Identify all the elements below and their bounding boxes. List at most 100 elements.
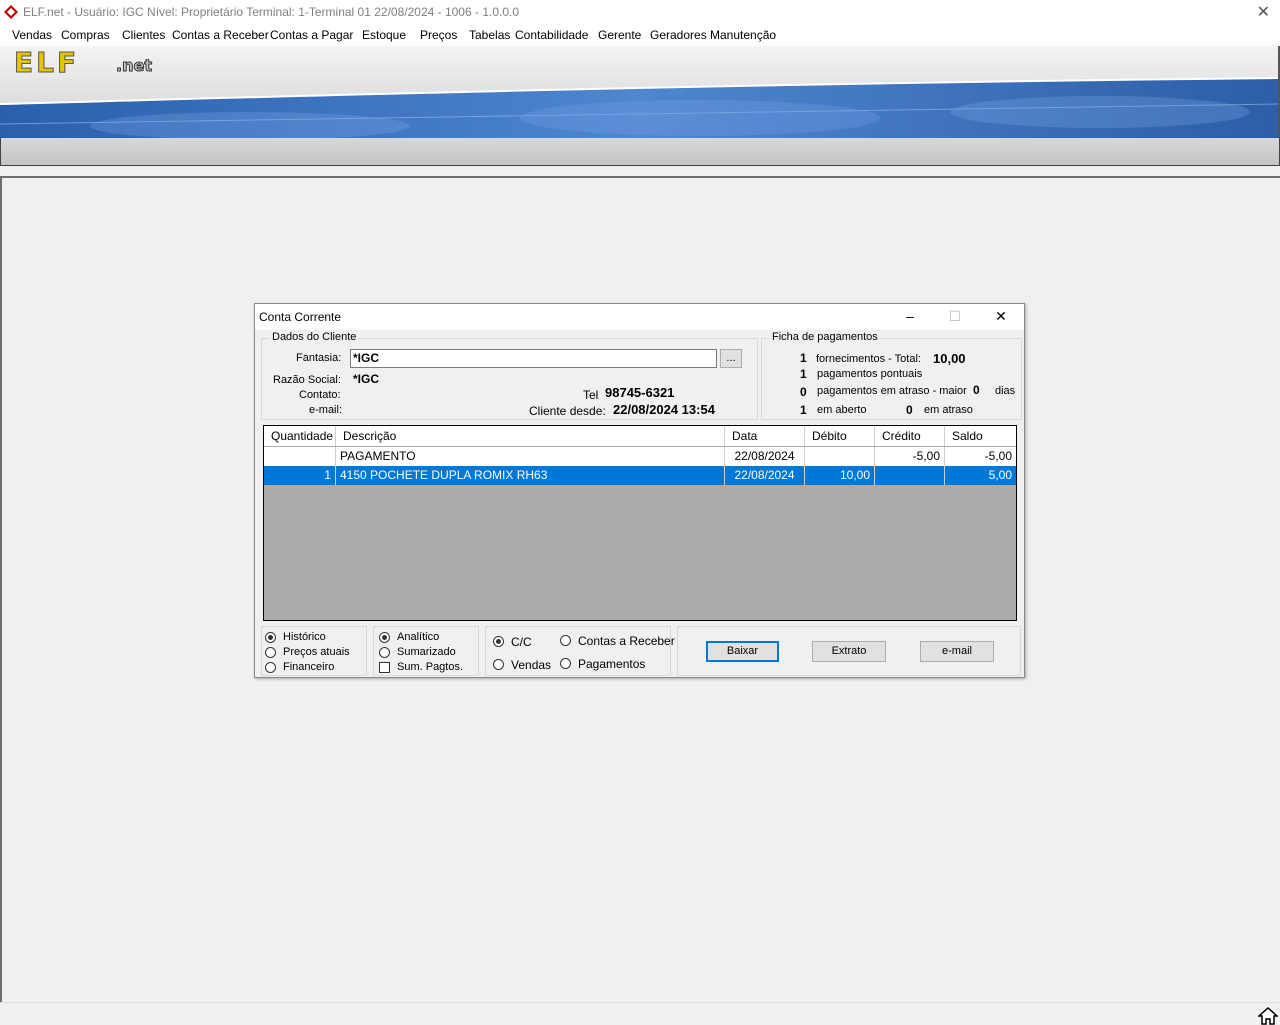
cell-quantidade: 1	[264, 466, 336, 485]
analitico-label[interactable]: Analítico	[397, 631, 439, 643]
table-header: Quantidade Descrição Data Débito Crédito…	[264, 426, 1016, 447]
atraso-count: 0	[800, 385, 807, 399]
cc-label[interactable]: C/C	[511, 635, 532, 649]
analitico-radio[interactable]	[379, 632, 390, 643]
menu-precos[interactable]: Preços	[420, 28, 457, 42]
main-menubar: Vendas Compras Clientes Contas a Receber…	[0, 24, 1280, 46]
cell-credito: -5,00	[875, 447, 945, 466]
menu-contas-a-receber[interactable]: Contas a Receber	[172, 28, 269, 42]
ficha-pagamentos-group: Ficha de pagamentos 1 fornecimentos - To…	[761, 331, 1022, 420]
baixar-button[interactable]: Baixar	[706, 641, 779, 662]
dias-label: dias	[995, 385, 1016, 397]
cell-data: 22/08/2024	[725, 466, 805, 485]
email-button[interactable]: e-mail	[920, 641, 994, 662]
detail-options-group: Analítico Sumarizado Sum. Pagtos.	[373, 626, 479, 676]
cell-descricao: PAGAMENTO	[336, 447, 725, 466]
aberto-count: 1	[800, 403, 807, 417]
header-data[interactable]: Data	[725, 426, 805, 446]
sumarizado-radio[interactable]	[379, 647, 390, 658]
cc-radio[interactable]	[493, 636, 504, 647]
maior-atraso-value: 0	[973, 383, 980, 397]
fornecimentos-count: 1	[800, 351, 807, 365]
header-debito[interactable]: Débito	[805, 426, 875, 446]
em-atraso-count: 0	[906, 403, 913, 417]
cell-credito	[875, 466, 945, 485]
conta-corrente-table[interactable]: Quantidade Descrição Data Débito Crédito…	[263, 425, 1017, 621]
view-options-group: Histórico Preços atuais Financeiro	[261, 626, 367, 676]
actions-group: Baixar Extrato e-mail	[677, 626, 1021, 676]
cell-quantidade	[264, 447, 336, 466]
close-icon[interactable]: ✕	[1257, 2, 1270, 22]
elf-logo-sub: .net	[116, 56, 153, 76]
vendas-radio[interactable]	[493, 659, 504, 670]
minimize-icon[interactable]: –	[900, 308, 920, 326]
historico-label[interactable]: Histórico	[283, 631, 326, 643]
menu-geradores[interactable]: Geradores	[650, 28, 707, 42]
email-label: e-mail:	[309, 404, 343, 416]
contato-label: Contato:	[299, 389, 341, 401]
pontuais-count: 1	[800, 367, 807, 381]
tel-label: Tel	[583, 388, 599, 402]
aberto-label: em aberto	[817, 404, 867, 416]
dialog-title: Conta Corrente	[259, 310, 342, 324]
menu-vendas[interactable]: Vendas	[12, 28, 52, 42]
table-row-selected[interactable]: 1 4150 POCHETE DUPLA ROMIX RH63 22/08/20…	[264, 466, 1016, 485]
contas-receber-label[interactable]: Contas a Receber	[578, 634, 675, 648]
header-saldo[interactable]: Saldo	[945, 426, 1016, 446]
razao-social-label: Razão Social:	[273, 374, 341, 386]
financeiro-radio[interactable]	[265, 662, 276, 673]
dialog-titlebar: Conta Corrente – ☐ ✕	[255, 304, 1024, 330]
status-bar	[0, 1002, 1280, 1025]
fantasia-input[interactable]: *IGC	[350, 349, 717, 368]
vendas-label[interactable]: Vendas	[511, 658, 551, 672]
table-row[interactable]: PAGAMENTO 22/08/2024 -5,00 -5,00	[264, 447, 1016, 466]
header-descricao[interactable]: Descrição	[336, 426, 725, 446]
contas-receber-radio[interactable]	[560, 635, 571, 646]
financeiro-label[interactable]: Financeiro	[283, 661, 334, 673]
conta-corrente-dialog: Conta Corrente – ☐ ✕ Dados do Cliente Fa…	[254, 303, 1025, 678]
em-atraso-label: em atraso	[924, 404, 973, 416]
fantasia-lookup-button[interactable]: ...	[720, 349, 742, 368]
maximize-icon: ☐	[948, 308, 962, 324]
banner-graphic	[0, 46, 1278, 138]
menu-manutencao[interactable]: Manutenção	[710, 28, 776, 42]
source-options-group: C/C Contas a Receber Vendas Pagamentos	[485, 626, 675, 676]
precos-atuais-radio[interactable]	[265, 647, 276, 658]
cliente-desde-value: 22/08/2024 13:54	[613, 402, 715, 417]
fantasia-label: Fantasia:	[296, 352, 342, 364]
menu-contabilidade[interactable]: Contabilidade	[515, 28, 588, 42]
header-credito[interactable]: Crédito	[875, 426, 945, 446]
home-icon[interactable]	[1258, 1007, 1278, 1025]
sum-pagtos-label[interactable]: Sum. Pagtos.	[397, 661, 463, 673]
cell-debito: 10,00	[805, 466, 875, 485]
sum-pagtos-checkbox[interactable]	[379, 662, 390, 673]
pagamentos-label[interactable]: Pagamentos	[578, 657, 645, 671]
fornecimentos-label: fornecimentos - Total:	[816, 353, 921, 365]
cell-saldo: -5,00	[984, 449, 1012, 463]
menu-tabelas[interactable]: Tabelas	[469, 28, 510, 42]
menu-clientes[interactable]: Clientes	[122, 28, 165, 42]
precos-atuais-label[interactable]: Preços atuais	[283, 646, 350, 658]
atraso-label: pagamentos em atraso - maior	[817, 385, 967, 397]
menu-contas-a-pagar[interactable]: Contas a Pagar	[270, 28, 353, 42]
fornecimentos-total-value: 10,00	[933, 351, 966, 366]
pontuais-label: pagamentos pontuais	[817, 368, 923, 380]
menu-estoque[interactable]: Estoque	[362, 28, 406, 42]
menu-compras[interactable]: Compras	[61, 28, 110, 42]
cell-descricao: 4150 POCHETE DUPLA ROMIX RH63	[336, 466, 725, 485]
razao-social-value: *IGC	[353, 372, 380, 386]
cell-saldo: 5,00	[988, 468, 1012, 482]
close-icon[interactable]: ✕	[991, 308, 1011, 326]
pagamentos-radio[interactable]	[560, 658, 571, 669]
sumarizado-label[interactable]: Sumarizado	[397, 646, 456, 658]
historico-radio[interactable]	[265, 632, 276, 643]
header-quantidade[interactable]: Quantidade	[264, 426, 336, 446]
tel-value: 98745-6321	[605, 385, 675, 400]
cliente-desde-label: Cliente desde:	[529, 404, 606, 418]
cell-data: 22/08/2024	[725, 447, 805, 466]
extrato-button[interactable]: Extrato	[812, 641, 886, 662]
toolbar-strip	[0, 138, 1280, 166]
ficha-pagamentos-label: Ficha de pagamentos	[770, 331, 880, 343]
app-titlebar: ELF.net - Usuário: IGC Nível: Proprietár…	[0, 0, 1280, 24]
menu-gerente[interactable]: Gerente	[598, 28, 641, 42]
